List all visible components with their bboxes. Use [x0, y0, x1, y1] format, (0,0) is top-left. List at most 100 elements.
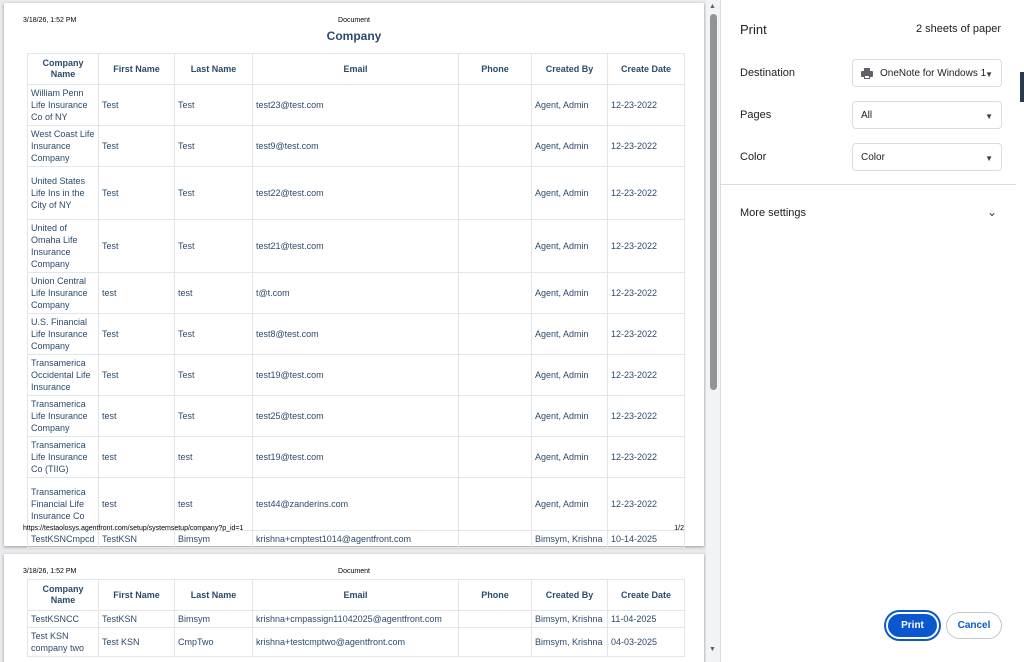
table-cell: test19@test.com [252, 436, 459, 478]
table-cell: krishna+testcmptwo@agentfront.com [252, 627, 459, 657]
column-header: Phone [458, 53, 532, 85]
table-cell [458, 477, 532, 531]
table-cell: Test [174, 313, 253, 355]
table-cell: Test [98, 354, 175, 396]
pages-label: Pages [740, 109, 772, 121]
table-cell: test23@test.com [252, 84, 459, 126]
table-row: Transamerica Life Insurance Company test T… [27, 395, 685, 437]
table-cell: Transamerica Financial Life Insurance Co [27, 477, 99, 531]
page-header-document: Document [338, 568, 370, 575]
table-cell: test [98, 272, 175, 314]
table-cell: United of Omaha Life Insurance Company [27, 219, 99, 273]
sheet-count: 2 sheets of paper [915, 23, 1001, 35]
column-header: Last Name [174, 579, 253, 611]
table-cell: U.S. Financial Life Insurance Company [27, 313, 99, 355]
color-select[interactable]: Color ▼ [852, 143, 1002, 171]
table-cell: 12-23-2022 [607, 219, 685, 273]
table-cell: krishna+cmpassign11042025@agentfront.com [252, 610, 459, 628]
chevron-down-icon[interactable]: ⌄ [987, 205, 997, 219]
table-cell: 12-23-2022 [607, 354, 685, 396]
page-header-document: Document [338, 17, 370, 24]
table-cell: Test [174, 354, 253, 396]
color-label: Color [740, 151, 767, 163]
table-cell: 12-23-2022 [607, 125, 685, 167]
table-cell: 12-23-2022 [607, 166, 685, 220]
table-cell: 12-23-2022 [607, 436, 685, 478]
table-header-row: Company Name First Name Last Name Email Phon… [27, 579, 685, 611]
table-cell [458, 84, 532, 126]
table-row: Transamerica Occidental Life Insurance Te… [27, 354, 685, 396]
column-header: Email [252, 53, 459, 85]
cancel-button[interactable]: Cancel [946, 612, 1002, 639]
table-cell: Test [98, 125, 175, 167]
table-row: William Penn Life Insurance Co of NY Test… [27, 84, 685, 126]
table-cell: test25@test.com [252, 395, 459, 437]
table-cell [458, 125, 532, 167]
pages-select[interactable]: All ▼ [852, 101, 1002, 129]
preview-page-1: 3/18/26, 1:52 PM Document Company Compan… [4, 3, 704, 548]
table-cell: United States Life Ins in the City of NY [27, 166, 99, 220]
pages-value: All [861, 109, 873, 121]
table-cell: t@t.com [252, 272, 459, 314]
scroll-up-icon[interactable]: ▲ [709, 3, 716, 10]
table-cell: Transamerica Occidental Life Insurance [27, 354, 99, 396]
table-cell: Test [174, 395, 253, 437]
table-cell: Union Central Life Insurance Company [27, 272, 99, 314]
more-settings-toggle[interactable]: More settings [740, 207, 806, 219]
table-cell [458, 166, 532, 220]
table-cell: 12-23-2022 [607, 477, 685, 531]
table-cell: Transamerica Life Insurance Co (TIIG) [27, 436, 99, 478]
table-row: United States Life Ins in the City of NY… [27, 166, 685, 220]
table-row: Union Central Life Insurance Company test… [27, 272, 685, 314]
preview-page-2: 3/18/26, 1:52 PM Document Company Name Fi… [4, 554, 704, 662]
table-cell: test [98, 436, 175, 478]
table-cell: Bimsym [174, 610, 253, 628]
table-cell: Bimsym [174, 530, 253, 548]
table-cell [458, 610, 532, 628]
column-header: Company Name [27, 53, 99, 85]
document-title: Company [326, 29, 382, 43]
table-cell: Bimsym, Krishna [531, 627, 608, 657]
print-preview-area: 3/18/26, 1:52 PM Document Company Compan… [0, 0, 720, 662]
table-row: United of Omaha Life Insurance Company Te… [27, 219, 685, 273]
table-cell: Agent, Admin [531, 166, 608, 220]
chevron-down-icon: ▼ [985, 154, 993, 163]
table-cell: TestKSNCC [27, 610, 99, 628]
table-cell [458, 436, 532, 478]
table-cell: 11-04-2025 [607, 610, 685, 628]
column-header: Created By [531, 53, 608, 85]
table-cell: Test [98, 219, 175, 273]
print-settings-panel: Print 2 sheets of paper Destination OneN… [720, 0, 1017, 662]
table-cell: Agent, Admin [531, 313, 608, 355]
scroll-down-icon[interactable]: ▼ [709, 646, 716, 653]
print-button[interactable]: Print [886, 612, 939, 639]
preview-scroll-thumb[interactable] [710, 14, 717, 390]
table-row: TestKSNCmpcd TestKSN Bimsym krishna+cmptest… [27, 530, 685, 548]
table-cell: test8@test.com [252, 313, 459, 355]
panel-title: Print [740, 22, 767, 37]
table-cell: TestKSNCmpcd [27, 530, 99, 548]
table-row: Transamerica Life Insurance Co (TIIG) tes… [27, 436, 685, 478]
destination-select[interactable]: OneNote for Windows 1 ▼ [852, 59, 1002, 87]
table-cell: test19@test.com [252, 354, 459, 396]
destination-value: OneNote for Windows 1 [880, 67, 987, 79]
table-cell: 12-23-2022 [607, 395, 685, 437]
background-window-edge [1020, 72, 1024, 102]
preview-scrollbar[interactable]: ▲ ▼ [706, 0, 720, 662]
destination-label: Destination [740, 67, 796, 79]
table-cell [458, 272, 532, 314]
section-divider [721, 184, 1017, 185]
table-cell: test22@test.com [252, 166, 459, 220]
table-cell: Agent, Admin [531, 354, 608, 396]
table-row: U.S. Financial Life Insurance Company Tes… [27, 313, 685, 355]
table-cell [458, 354, 532, 396]
company-table: Company Name First Name Last Name Email Phon… [27, 53, 685, 548]
table-cell: 12-23-2022 [607, 84, 685, 126]
table-cell: Agent, Admin [531, 272, 608, 314]
color-value: Color [861, 151, 885, 163]
table-cell [458, 530, 532, 548]
table-cell: Transamerica Life Insurance Company [27, 395, 99, 437]
table-cell: test [174, 436, 253, 478]
table-cell: Agent, Admin [531, 395, 608, 437]
table-cell [458, 313, 532, 355]
